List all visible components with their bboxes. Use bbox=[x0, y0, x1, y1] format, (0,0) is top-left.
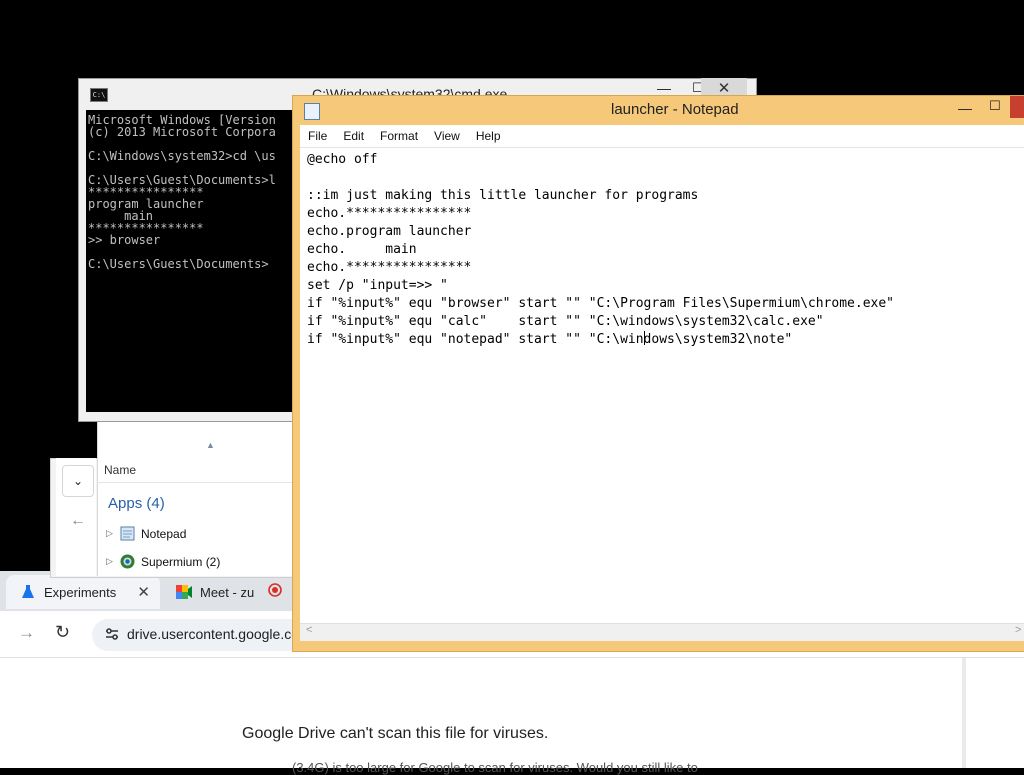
menu-view[interactable]: View bbox=[426, 129, 468, 143]
page-divider bbox=[962, 658, 966, 768]
tab-experiments[interactable]: Experiments ✕ bbox=[6, 575, 160, 609]
experiments-flask-icon bbox=[20, 584, 36, 600]
cmd-output: Microsoft Windows [Version (c) 2013 Micr… bbox=[86, 110, 292, 274]
notepad-icon bbox=[120, 526, 135, 541]
close-tab-icon[interactable]: ✕ bbox=[137, 583, 150, 601]
console-line: (c) 2013 Microsoft Corpora bbox=[88, 125, 276, 139]
list-item-label: Notepad bbox=[141, 526, 187, 541]
header-divider bbox=[97, 482, 297, 483]
scroll-left-icon[interactable]: < bbox=[306, 624, 312, 636]
tab-meet-label: Meet - zu bbox=[200, 584, 255, 600]
text-line: echo. main bbox=[307, 242, 417, 257]
notepad-icon bbox=[304, 103, 320, 120]
list-item-supermium[interactable]: ▷ Supermium (2) bbox=[106, 554, 220, 569]
text-line: set /p "input=>> " bbox=[307, 278, 448, 293]
notepad-text[interactable]: @echo off ::im just making this little l… bbox=[307, 151, 894, 349]
menu-file[interactable]: File bbox=[300, 129, 335, 143]
chevron-down-icon[interactable]: ⌄ bbox=[62, 465, 94, 497]
horizontal-scrollbar[interactable] bbox=[300, 623, 1024, 641]
text-caret bbox=[643, 331, 645, 345]
text-line: echo.program launcher bbox=[307, 224, 472, 239]
text-line: if "%input%" equ "calc" start "" "C:\win… bbox=[307, 314, 824, 329]
forward-button[interactable]: → bbox=[18, 623, 35, 643]
close-button[interactable] bbox=[1010, 96, 1024, 118]
menu-format[interactable]: Format bbox=[372, 129, 426, 143]
text-line: ::im just making this little launcher fo… bbox=[307, 188, 699, 203]
text-line: echo.**************** bbox=[307, 206, 472, 221]
sort-indicator-icon: ▲ bbox=[206, 440, 215, 450]
text-line: echo.**************** bbox=[307, 260, 472, 275]
notepad-window-title: launcher - Notepad bbox=[611, 101, 739, 118]
text-line: if "%input%" equ "notepad" start "" "C:\… bbox=[307, 331, 793, 347]
list-item-label: Supermium (2) bbox=[141, 554, 221, 569]
console-line: C:\Users\Guest\Documents> bbox=[88, 257, 269, 271]
text-line: if "%input%" equ "browser" start "" "C:\… bbox=[307, 296, 894, 311]
url-text[interactable]: drive.usercontent.google.com bbox=[127, 626, 311, 642]
supermium-icon bbox=[120, 554, 135, 569]
console-line: >> browser bbox=[88, 233, 161, 247]
menu-edit[interactable]: Edit bbox=[335, 129, 372, 143]
group-header-apps[interactable]: Apps (4) bbox=[108, 495, 165, 512]
text-line: @echo off bbox=[307, 152, 378, 167]
menu-bar: File Edit Format View Help bbox=[300, 125, 1024, 147]
expand-chevron-icon[interactable]: ▷ bbox=[106, 556, 120, 567]
cmd-console[interactable]: Microsoft Windows [Version (c) 2013 Micr… bbox=[86, 110, 292, 412]
tab-experiments-label: Experiments bbox=[44, 584, 117, 600]
site-info-icon[interactable] bbox=[104, 626, 120, 642]
back-arrow-icon[interactable]: ← bbox=[70, 512, 86, 530]
scroll-right-icon[interactable]: > bbox=[1015, 624, 1021, 636]
tab-meet[interactable]: Meet - zu bbox=[162, 575, 292, 609]
reload-button[interactable]: ↻ bbox=[55, 622, 70, 643]
virus-scan-warning: Google Drive can't scan this file for vi… bbox=[242, 725, 549, 742]
cmd-icon: C:\ bbox=[90, 88, 108, 102]
expand-chevron-icon[interactable]: ▷ bbox=[106, 528, 120, 539]
menu-help[interactable]: Help bbox=[468, 129, 509, 143]
maximize-button[interactable]: ☐ bbox=[980, 98, 1010, 114]
page-content bbox=[0, 658, 1024, 768]
minimize-button[interactable]: — bbox=[950, 100, 980, 116]
notepad-text-area[interactable]: @echo off ::im just making this little l… bbox=[300, 147, 1024, 624]
console-line: C:\Windows\system32>cd \us bbox=[88, 149, 276, 163]
recording-indicator-icon bbox=[268, 583, 282, 601]
list-item-notepad[interactable]: ▷ Notepad bbox=[106, 526, 186, 541]
column-header-name[interactable]: Name bbox=[104, 463, 136, 477]
meet-icon bbox=[176, 584, 192, 600]
